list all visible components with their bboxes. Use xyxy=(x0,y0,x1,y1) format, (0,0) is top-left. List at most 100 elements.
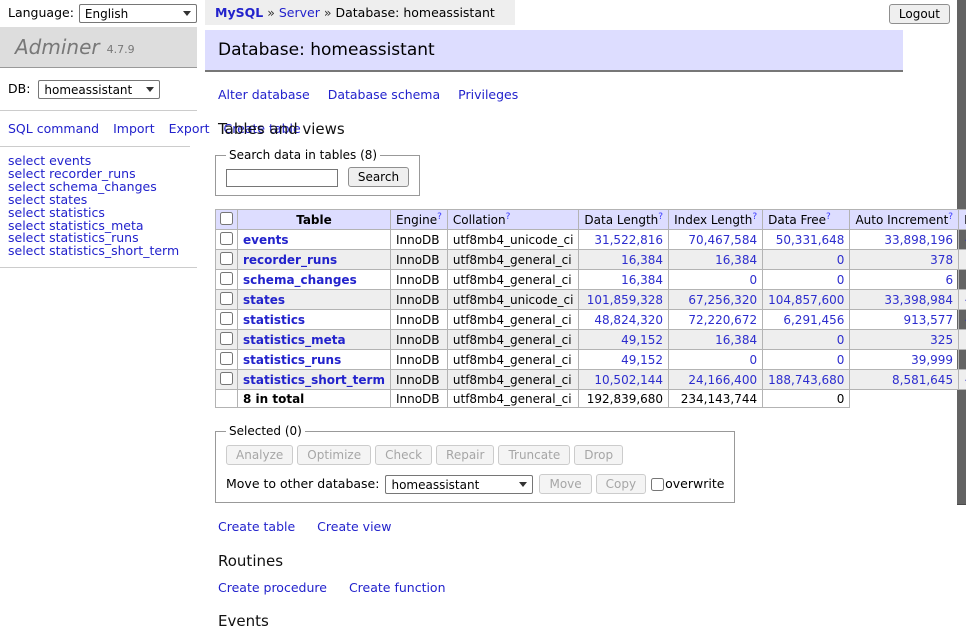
move-database-select-value: homeassistant xyxy=(391,478,479,492)
column-header-data-length: Data Length? xyxy=(579,210,669,230)
collation-cell: utf8mb4_general_ci xyxy=(447,350,579,370)
total-data-length-cell: 192,839,680 xyxy=(579,390,669,408)
column-header-label: Index Length xyxy=(674,213,752,227)
app-version: 4.7.9 xyxy=(107,39,135,56)
data-free-cell: 50,331,648 xyxy=(763,230,850,250)
table-row: statistics_short_termInnoDButf8mb4_gener… xyxy=(216,370,966,390)
help-link[interactable]: ? xyxy=(506,212,511,222)
table-name-link[interactable]: statistics_short_term xyxy=(243,373,385,387)
db-label: DB: xyxy=(8,81,30,96)
engine-cell: InnoDB xyxy=(390,310,447,330)
dropdown-arrow-icon xyxy=(146,87,154,92)
table-row: statisticsInnoDButf8mb4_general_ci48,824… xyxy=(216,310,966,330)
breadcrumb-mysql-link[interactable]: MySQL xyxy=(215,5,263,20)
rows-cell: ~ 3 xyxy=(959,270,966,290)
table-name-link[interactable]: recorder_runs xyxy=(243,253,337,267)
collation-cell: utf8mb4_general_ci xyxy=(447,370,579,390)
drop-button[interactable]: Drop xyxy=(574,445,623,465)
sidebar-link-import[interactable]: Import xyxy=(113,121,155,136)
create-links-row: Create table Create view xyxy=(218,519,905,534)
sidebar-link-export[interactable]: Export xyxy=(169,121,210,136)
engine-cell: InnoDB xyxy=(390,250,447,270)
row-checkbox[interactable] xyxy=(220,352,233,365)
db-select[interactable]: homeassistant xyxy=(38,80,160,99)
optimize-button[interactable]: Optimize xyxy=(297,445,371,465)
column-header-label: Collation xyxy=(453,213,506,227)
repair-button[interactable]: Repair xyxy=(436,445,494,465)
data-free-cell: 104,857,600 xyxy=(763,290,850,310)
row-checkbox-cell xyxy=(216,370,238,390)
table-name-link[interactable]: states xyxy=(243,293,285,307)
row-checkbox[interactable] xyxy=(220,232,233,245)
search-button[interactable]: Search xyxy=(348,167,409,187)
help-link[interactable]: ? xyxy=(826,212,831,222)
auto-increment-cell: 8,581,645 xyxy=(850,370,959,390)
index-length-cell: 70,467,584 xyxy=(669,230,763,250)
analyze-button[interactable]: Analyze xyxy=(226,445,293,465)
auto-increment-cell: 378 xyxy=(850,250,959,270)
check-button[interactable]: Check xyxy=(375,445,432,465)
move-button[interactable]: Move xyxy=(539,474,591,494)
table-name-cell: statistics_meta xyxy=(238,330,391,350)
row-checkbox[interactable] xyxy=(220,292,233,305)
sidebar-select-table-link[interactable]: select statistics_short_term xyxy=(8,245,189,258)
auto-increment-cell: 913,577 xyxy=(850,310,959,330)
create-view-link[interactable]: Create view xyxy=(317,519,391,534)
overwrite-checkbox[interactable] xyxy=(651,478,664,491)
tables-and-views-heading: Tables and views xyxy=(218,120,905,138)
table-name-link[interactable]: schema_changes xyxy=(243,273,357,287)
create-function-link[interactable]: Create function xyxy=(349,580,446,595)
create-table-link[interactable]: Create table xyxy=(218,519,295,534)
column-header-label: Auto Increment xyxy=(855,213,948,227)
row-checkbox[interactable] xyxy=(220,272,233,285)
column-header-data-free: Data Free? xyxy=(763,210,850,230)
page-title: Database: homeassistant xyxy=(205,30,903,72)
collation-cell: utf8mb4_general_ci xyxy=(447,310,579,330)
column-header-collation: Collation? xyxy=(447,210,579,230)
row-checkbox-cell xyxy=(216,310,238,330)
tables-table: TableEngine?Collation?Data Length?Index … xyxy=(215,209,966,408)
data-length-cell: 16,384 xyxy=(579,250,669,270)
row-checkbox[interactable] xyxy=(220,312,233,325)
help-link[interactable]: ? xyxy=(752,212,757,222)
row-checkbox-cell xyxy=(216,350,238,370)
database-schema-link[interactable]: Database schema xyxy=(328,87,440,102)
help-link[interactable]: ? xyxy=(658,212,663,222)
sidebar-link-sql-command[interactable]: SQL command xyxy=(8,121,99,136)
table-name-link[interactable]: statistics_runs xyxy=(243,353,341,367)
table-row: eventsInnoDButf8mb4_unicode_ci31,522,816… xyxy=(216,230,966,250)
truncate-button[interactable]: Truncate xyxy=(498,445,570,465)
app-name: Adminer xyxy=(15,35,100,59)
index-length-cell: 16,384 xyxy=(669,250,763,270)
collation-cell: utf8mb4_general_ci xyxy=(447,330,579,350)
column-header-table: Table xyxy=(238,210,391,230)
table-name-link[interactable]: events xyxy=(243,233,289,247)
table-row: statistics_metaInnoDButf8mb4_general_ci4… xyxy=(216,330,966,350)
db-selector-row: DB: homeassistant xyxy=(0,68,197,111)
select-all-checkbox[interactable] xyxy=(220,212,233,225)
row-checkbox-cell xyxy=(216,250,238,270)
dropdown-arrow-icon xyxy=(183,11,191,16)
rows-cell: ~ 244 xyxy=(959,330,966,350)
table-name-link[interactable]: statistics xyxy=(243,313,305,327)
logout-button[interactable]: Logout xyxy=(889,4,950,24)
row-checkbox[interactable] xyxy=(220,372,233,385)
privileges-link[interactable]: Privileges xyxy=(458,87,518,102)
row-checkbox[interactable] xyxy=(220,332,233,345)
create-procedure-link[interactable]: Create procedure xyxy=(218,580,327,595)
language-select[interactable]: English xyxy=(79,4,197,23)
alter-database-link[interactable]: Alter database xyxy=(218,87,310,102)
table-name-link[interactable]: statistics_meta xyxy=(243,333,346,347)
move-database-select[interactable]: homeassistant xyxy=(385,475,533,494)
total-index-length-cell: 234,143,744 xyxy=(669,390,763,408)
row-checkbox[interactable] xyxy=(220,252,233,265)
help-link[interactable]: ? xyxy=(437,212,442,222)
copy-button[interactable]: Copy xyxy=(596,474,646,494)
data-length-cell: 49,152 xyxy=(579,350,669,370)
breadcrumb-current: Database: homeassistant xyxy=(336,5,495,20)
search-input[interactable] xyxy=(226,169,338,187)
help-link[interactable]: ? xyxy=(948,212,953,222)
engine-cell: InnoDB xyxy=(390,330,447,350)
select-all-cell xyxy=(216,210,238,230)
breadcrumb-server-link[interactable]: Server xyxy=(279,5,320,20)
